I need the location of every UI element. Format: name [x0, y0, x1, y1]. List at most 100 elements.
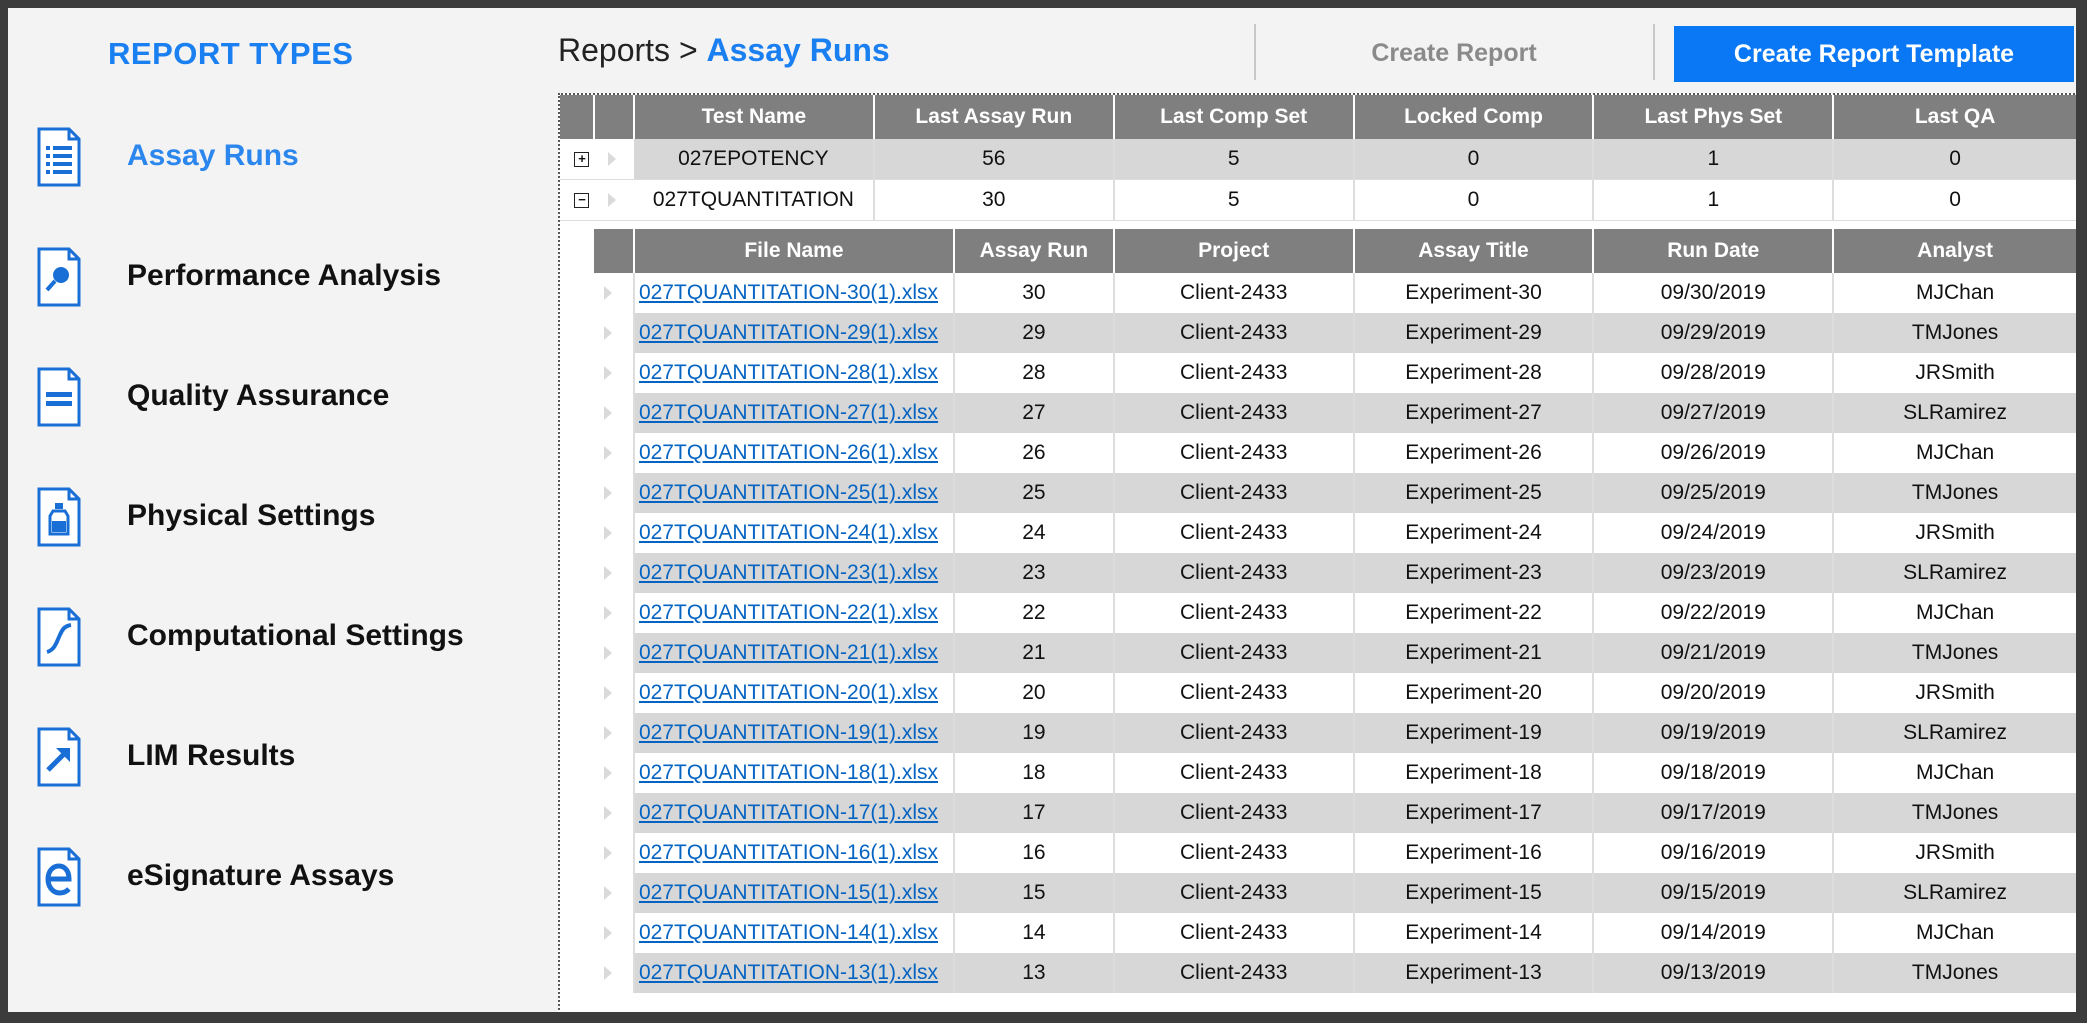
- file-link[interactable]: 027TQUANTITATION-13(1).xlsx: [639, 961, 938, 984]
- cell-analyst: MJChan: [1833, 913, 2076, 953]
- file-link[interactable]: 027TQUANTITATION-22(1).xlsx: [639, 601, 938, 624]
- file-link[interactable]: 027TQUANTITATION-25(1).xlsx: [639, 481, 938, 504]
- table-row[interactable]: 027TQUANTITATION-22(1).xlsx 22 Client-2433…: [594, 593, 2076, 633]
- column-header-last-phys-set[interactable]: Last Phys Set: [1593, 95, 1835, 139]
- cell-project: Client-2433: [1113, 313, 1355, 353]
- breadcrumb-root[interactable]: Reports: [558, 32, 670, 68]
- cell-file-name: 027TQUANTITATION-13(1).xlsx: [633, 953, 955, 993]
- table-row[interactable]: 027TQUANTITATION-21(1).xlsx 21 Client-2433…: [594, 633, 2076, 673]
- sidebar-item-assay-runs[interactable]: Assay Runs: [36, 122, 536, 192]
- column-header-last-assay-run[interactable]: Last Assay Run: [873, 95, 1115, 139]
- column-header-analyst[interactable]: Analyst: [1833, 229, 2076, 273]
- expand-icon[interactable]: +: [574, 151, 590, 167]
- file-link[interactable]: 027TQUANTITATION-17(1).xlsx: [639, 801, 938, 824]
- file-link[interactable]: 027TQUANTITATION-20(1).xlsx: [639, 681, 938, 704]
- file-link[interactable]: 027TQUANTITATION-15(1).xlsx: [639, 881, 938, 904]
- file-link[interactable]: 027TQUANTITATION-23(1).xlsx: [639, 561, 938, 584]
- bottle-document-icon: [37, 487, 81, 547]
- table-row[interactable]: + 027EPOTENCY 56 5 0 1 0: [560, 139, 2076, 180]
- sidebar-item-lim-results[interactable]: LIM Results: [36, 722, 536, 792]
- create-report-button[interactable]: Create Report: [1268, 26, 1640, 80]
- file-link[interactable]: 027TQUANTITATION-27(1).xlsx: [639, 401, 938, 424]
- row-gutter: [594, 873, 635, 913]
- table-row[interactable]: 027TQUANTITATION-23(1).xlsx 23 Client-2433…: [594, 553, 2076, 593]
- file-link[interactable]: 027TQUANTITATION-19(1).xlsx: [639, 721, 938, 744]
- cell-analyst: MJChan: [1833, 273, 2076, 313]
- row-selector-icon: [607, 193, 616, 208]
- column-header-run-date[interactable]: Run Date: [1593, 229, 1835, 273]
- table-row[interactable]: 027TQUANTITATION-26(1).xlsx 26 Client-2433…: [594, 433, 2076, 473]
- cell-project: Client-2433: [1113, 473, 1355, 513]
- e-document-icon: [37, 847, 81, 907]
- cell-assay-title: Experiment-29: [1353, 313, 1595, 353]
- sidebar-item-label: eSignature Assays: [127, 859, 395, 892]
- file-link[interactable]: 027TQUANTITATION-28(1).xlsx: [639, 361, 938, 384]
- cell-last-qa: 0: [1833, 139, 2076, 180]
- file-link[interactable]: 027TQUANTITATION-26(1).xlsx: [639, 441, 938, 464]
- row-gutter: [594, 273, 635, 313]
- cell-assay-title: Experiment-20: [1353, 673, 1595, 713]
- sidebar-item-esignature-assays[interactable]: eSignature Assays: [36, 842, 536, 912]
- cell-run-date: 09/26/2019: [1593, 433, 1835, 473]
- table-row[interactable]: 027TQUANTITATION-30(1).xlsx 30 Client-2433…: [594, 273, 2076, 313]
- table-row[interactable]: 027TQUANTITATION-17(1).xlsx 17 Client-2433…: [594, 793, 2076, 833]
- row-selector-icon: [604, 446, 612, 461]
- file-link[interactable]: 027TQUANTITATION-18(1).xlsx: [639, 761, 938, 784]
- table-row[interactable]: 027TQUANTITATION-14(1).xlsx 14 Client-2433…: [594, 913, 2076, 953]
- table-row[interactable]: 027TQUANTITATION-25(1).xlsx 25 Client-2433…: [594, 473, 2076, 513]
- table-row[interactable]: 027TQUANTITATION-24(1).xlsx 24 Client-2433…: [594, 513, 2076, 553]
- sidebar-item-computational-settings[interactable]: Computational Settings: [36, 602, 536, 672]
- cell-analyst: TMJones: [1833, 473, 2076, 513]
- cell-file-name: 027TQUANTITATION-27(1).xlsx: [633, 393, 955, 433]
- cell-assay-run: 18: [953, 753, 1115, 793]
- collapse-icon[interactable]: −: [574, 192, 590, 208]
- table-row[interactable]: 027TQUANTITATION-16(1).xlsx 16 Client-2433…: [594, 833, 2076, 873]
- column-header-file-name[interactable]: File Name: [633, 229, 955, 273]
- table-row[interactable]: 027TQUANTITATION-20(1).xlsx 20 Client-2433…: [594, 673, 2076, 713]
- table-row[interactable]: 027TQUANTITATION-15(1).xlsx 15 Client-2433…: [594, 873, 2076, 913]
- cell-file-name: 027TQUANTITATION-26(1).xlsx: [633, 433, 955, 473]
- row-selector-icon: [604, 886, 612, 901]
- sidebar-item-physical-settings[interactable]: Physical Settings: [36, 482, 536, 552]
- row-selector-icon: [604, 606, 612, 621]
- column-header-last-comp-set[interactable]: Last Comp Set: [1113, 95, 1355, 139]
- table-row[interactable]: − 027TQUANTITATION 30 5 0 1 0: [560, 179, 2076, 221]
- table-row[interactable]: 027TQUANTITATION-27(1).xlsx 27 Client-2433…: [594, 393, 2076, 433]
- cell-file-name: 027TQUANTITATION-14(1).xlsx: [633, 913, 955, 953]
- file-link[interactable]: 027TQUANTITATION-21(1).xlsx: [639, 641, 938, 664]
- table-row[interactable]: 027TQUANTITATION-29(1).xlsx 29 Client-2433…: [594, 313, 2076, 353]
- cell-file-name: 027TQUANTITATION-28(1).xlsx: [633, 353, 955, 393]
- sidebar-item-performance-analysis[interactable]: Performance Analysis: [36, 242, 536, 312]
- file-link[interactable]: 027TQUANTITATION-16(1).xlsx: [639, 841, 938, 864]
- cell-assay-title: Experiment-13: [1353, 953, 1595, 993]
- table-row[interactable]: 027TQUANTITATION-18(1).xlsx 18 Client-2433…: [594, 753, 2076, 793]
- cell-assay-title: Experiment-30: [1353, 273, 1595, 313]
- column-header-assay-run[interactable]: Assay Run: [953, 229, 1115, 273]
- file-link[interactable]: 027TQUANTITATION-14(1).xlsx: [639, 921, 938, 944]
- column-header-assay-title[interactable]: Assay Title: [1353, 229, 1595, 273]
- cell-last-comp-set: 5: [1113, 139, 1355, 180]
- sidebar-item-quality-assurance[interactable]: Quality Assurance: [36, 362, 536, 432]
- table-row[interactable]: 027TQUANTITATION-13(1).xlsx 13 Client-2433…: [594, 953, 2076, 993]
- column-header-project[interactable]: Project: [1113, 229, 1355, 273]
- cell-assay-title: Experiment-18: [1353, 753, 1595, 793]
- column-header-last-qa[interactable]: Last QA: [1833, 95, 2076, 139]
- breadcrumb-current: Assay Runs: [706, 32, 890, 68]
- table-row[interactable]: 027TQUANTITATION-19(1).xlsx 19 Client-2433…: [594, 713, 2076, 753]
- cell-assay-run: 13: [953, 953, 1115, 993]
- cell-analyst: JRSmith: [1833, 353, 2076, 393]
- file-link[interactable]: 027TQUANTITATION-30(1).xlsx: [639, 281, 938, 304]
- cell-project: Client-2433: [1113, 433, 1355, 473]
- header-spacer: [594, 229, 635, 273]
- file-link[interactable]: 027TQUANTITATION-24(1).xlsx: [639, 521, 938, 544]
- create-report-template-button[interactable]: Create Report Template: [1674, 26, 2074, 82]
- cell-analyst: TMJones: [1833, 633, 2076, 673]
- column-header-locked-comp[interactable]: Locked Comp: [1353, 95, 1595, 139]
- column-header-test-name[interactable]: Test Name: [633, 95, 875, 139]
- detail-body: 027TQUANTITATION-30(1).xlsx 30 Client-2433…: [594, 273, 2076, 993]
- table-row[interactable]: 027TQUANTITATION-28(1).xlsx 28 Client-2433…: [594, 353, 2076, 393]
- file-link[interactable]: 027TQUANTITATION-29(1).xlsx: [639, 321, 938, 344]
- row-selector-icon: [604, 806, 612, 821]
- row-gutter: [594, 953, 635, 993]
- row-gutter: [594, 513, 635, 553]
